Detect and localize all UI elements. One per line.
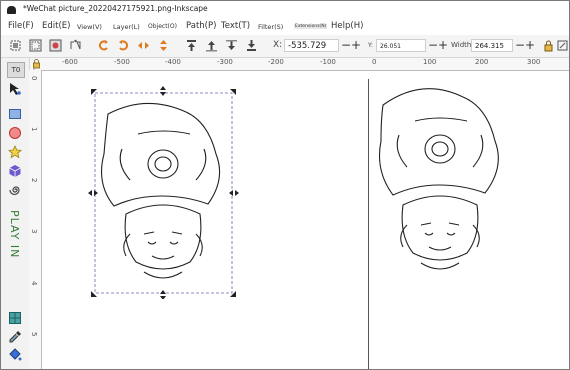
scale-stroke-icon[interactable] <box>556 39 569 52</box>
vruler-label-1: 1 <box>30 127 38 132</box>
3d-box-tool-icon[interactable] <box>8 164 22 178</box>
star-tool-icon[interactable] <box>8 145 22 159</box>
menu-path[interactable]: Path(P) <box>186 21 216 31</box>
flip-vertical-icon[interactable] <box>157 39 170 52</box>
ruler-label-m300: -300 <box>217 58 233 66</box>
menu-object[interactable]: Object(O) <box>148 23 177 30</box>
flip-horizontal-icon[interactable] <box>137 39 150 52</box>
select-all-icon[interactable] <box>9 39 22 52</box>
dropper-tool-icon[interactable] <box>8 330 22 344</box>
y-decrement-button[interactable]: − <box>428 38 438 52</box>
raise-icon[interactable] <box>205 39 218 52</box>
ruler-label-m200: -200 <box>268 58 284 66</box>
deselect-icon[interactable] <box>49 39 62 52</box>
menu-help[interactable]: Help(H) <box>331 21 363 31</box>
vruler-label-0: 0 <box>30 76 38 81</box>
lower-icon[interactable] <box>225 39 238 52</box>
inkscape-app-icon <box>7 6 16 14</box>
y-increment-button[interactable]: + <box>438 38 448 52</box>
x-decrement-button[interactable]: − <box>341 38 351 52</box>
node-tool-icon[interactable] <box>8 82 22 96</box>
toolbox-vertical-text: PLAY IN <box>8 210 21 259</box>
ruler-label-m400: -400 <box>165 58 181 66</box>
lower-to-bottom-icon[interactable] <box>245 39 258 52</box>
width-decrement-button[interactable]: − <box>515 38 525 52</box>
spiral-tool-icon[interactable] <box>8 183 22 197</box>
figure-drawing <box>101 102 221 279</box>
ruler-label-0: 0 <box>372 58 377 66</box>
toolbox: T0 PLAY IN <box>1 58 30 369</box>
select-all-layers-icon[interactable] <box>29 39 42 52</box>
y-input[interactable]: 26.051 <box>376 39 426 52</box>
vertical-ruler: 0 1 2 3 4 5 <box>29 70 42 369</box>
drawing-canvas[interactable] <box>42 71 569 369</box>
x-label: X: <box>273 40 283 50</box>
tool-text-t0[interactable]: T0 <box>7 62 25 78</box>
menu-layer[interactable]: Layer(L) <box>113 23 140 31</box>
title-bar: *WeChat picture_20220427175921.png-Inksc… <box>1 1 569 18</box>
select-same-icon[interactable] <box>69 39 82 52</box>
ruler-label-100: 100 <box>423 58 437 66</box>
vruler-label-3: 3 <box>30 229 38 234</box>
width-input[interactable]: 264.315 <box>471 39 513 52</box>
menu-edit[interactable]: Edit(E) <box>42 21 70 31</box>
ruler-label-m600: -600 <box>62 58 78 66</box>
tool-controls-bar: X: -535.729 − + Y: 26.051 − + Width: 264… <box>1 35 569 58</box>
selection-bbox <box>94 92 233 294</box>
x-increment-button[interactable]: + <box>351 38 361 52</box>
rectangle-tool-icon[interactable] <box>8 107 22 121</box>
y-label: Y: <box>368 42 373 49</box>
mesh-tool-icon[interactable] <box>8 311 22 325</box>
raise-to-top-icon[interactable] <box>185 39 198 52</box>
menu-file[interactable]: File(F) <box>8 21 34 31</box>
rotate-ccw-icon[interactable] <box>97 39 110 52</box>
menu-view[interactable]: View(V) <box>77 23 102 31</box>
vruler-label-4: 4 <box>30 281 38 286</box>
menu-extensions[interactable]: Extensions(N) <box>294 24 328 29</box>
traced-drawing[interactable] <box>367 71 517 286</box>
selected-drawing-group[interactable] <box>86 84 241 299</box>
lock-icon[interactable] <box>542 39 555 52</box>
ruler-label-300: 300 <box>527 58 541 66</box>
menu-text[interactable]: Text(T) <box>221 21 250 31</box>
vruler-label-2: 2 <box>30 178 38 183</box>
ruler-label-m100: -100 <box>320 58 336 66</box>
width-increment-button[interactable]: + <box>525 38 535 52</box>
rotate-cw-icon[interactable] <box>117 39 130 52</box>
paint-bucket-tool-icon[interactable] <box>8 348 22 362</box>
inkscape-window: *WeChat picture_20220427175921.png-Inksc… <box>0 0 570 370</box>
vruler-label-5: 5 <box>30 332 38 337</box>
ruler-label-200: 200 <box>475 58 489 66</box>
horizontal-ruler: -600 -500 -400 -300 -200 -100 0 100 200 … <box>30 58 569 71</box>
ruler-lock-icon[interactable] <box>32 59 41 69</box>
traced-figure <box>378 88 499 270</box>
x-input[interactable]: -535.729 <box>284 39 339 52</box>
selection-handles[interactable] <box>88 86 239 299</box>
menu-bar: File(F) Edit(E) View(V) Layer(L) Object(… <box>1 18 569 35</box>
window-title: *WeChat picture_20220427175921.png-Inksc… <box>23 4 208 13</box>
ellipse-tool-icon[interactable] <box>8 126 22 140</box>
menu-filter[interactable]: Filter(S) <box>258 23 283 31</box>
ruler-label-m500: -500 <box>114 58 130 66</box>
